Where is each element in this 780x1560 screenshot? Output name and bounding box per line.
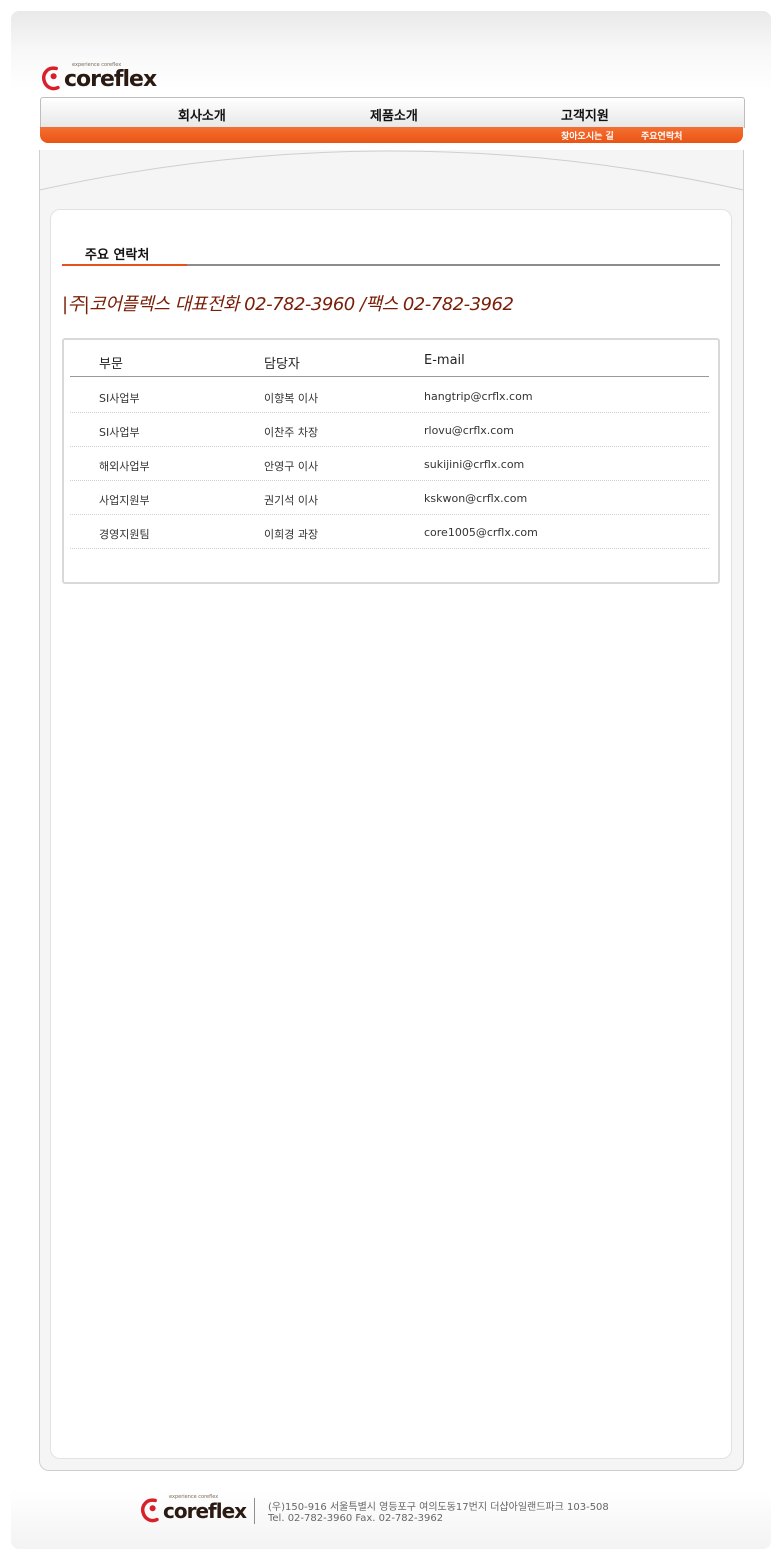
cell-person: 이희경 과장 [264,528,319,541]
main-nav: 회사소개 제품소개 고객지원 [40,97,745,128]
logo-mark-icon [42,65,60,90]
logo-text: coreflex [64,67,157,92]
cell-department: SI사업부 [99,392,140,405]
nav-item-products[interactable]: 제품소개 [370,105,418,124]
cell-email-link[interactable]: hangtrip@crflx.com [424,390,533,403]
cell-department: 해외사업부 [99,460,150,473]
table-header: 부문 담당자 E-mail [70,350,709,377]
nav-item-company[interactable]: 회사소개 [178,105,226,124]
cell-email-link[interactable]: core1005@crflx.com [424,526,538,539]
header-email: E-mail [424,353,465,368]
cell-department: SI사업부 [99,426,140,439]
section-title: 주요 연락처 [85,248,150,263]
cell-email-link[interactable]: sukijini@crflx.com [424,458,524,471]
section-rule-accent [62,264,187,266]
phone-fax-headline: |주|코어플렉스 대표전화 02-782-3960 /팩스 02-782-396… [62,294,514,315]
cell-person: 이찬주 차장 [264,426,319,439]
sub-nav: 찾아오시는 길 주요연락처 [40,127,743,143]
table-row: SI사업부 이찬주 차장 rlovu@crflx.com [70,413,709,447]
nav-item-support[interactable]: 고객지원 [561,105,609,124]
footer-address: (우)150-916 서울특별시 영등포구 여의도동17번지 더샵아일랜드파크 … [268,1502,609,1513]
header-person: 담당자 [264,357,300,372]
table-row: 경영지원팀 이희경 과장 core1005@crflx.com [70,515,709,549]
header-department: 부문 [99,357,123,372]
header-logo[interactable]: coreflex experience coreflex [40,62,157,92]
footer-contact: Tel. 02-782-3960 Fax. 02-782-3962 [268,1513,444,1524]
footer-logo-tagline: experience coreflex [169,1494,219,1500]
cell-person: 안영구 이사 [264,460,319,473]
logo-tagline: experience coreflex [72,62,122,68]
footer-logo-text: coreflex [163,1499,247,1523]
cell-email-link[interactable]: kskwon@crflx.com [424,492,527,505]
footer-logo-mark-icon [141,1497,159,1522]
cell-person: 이향복 이사 [264,392,319,405]
footer-divider [254,1498,255,1524]
footer-logo: coreflex experience coreflex [139,1494,247,1523]
table-row: SI사업부 이향복 이사 hangtrip@crflx.com [70,379,709,413]
panel-arc [39,150,744,211]
cell-email-link[interactable]: rlovu@crflx.com [424,424,514,437]
table-row: 사업지원부 권기석 이사 kskwon@crflx.com [70,481,709,515]
subnav-item-contacts[interactable]: 주요연락처 [641,129,682,142]
cell-person: 권기석 이사 [264,494,319,507]
table-row: 해외사업부 안영구 이사 sukijini@crflx.com [70,447,709,481]
cell-department: 사업지원부 [99,494,150,507]
subnav-item-directions[interactable]: 찾아오시는 길 [561,129,614,142]
cell-department: 경영지원팀 [99,528,150,541]
